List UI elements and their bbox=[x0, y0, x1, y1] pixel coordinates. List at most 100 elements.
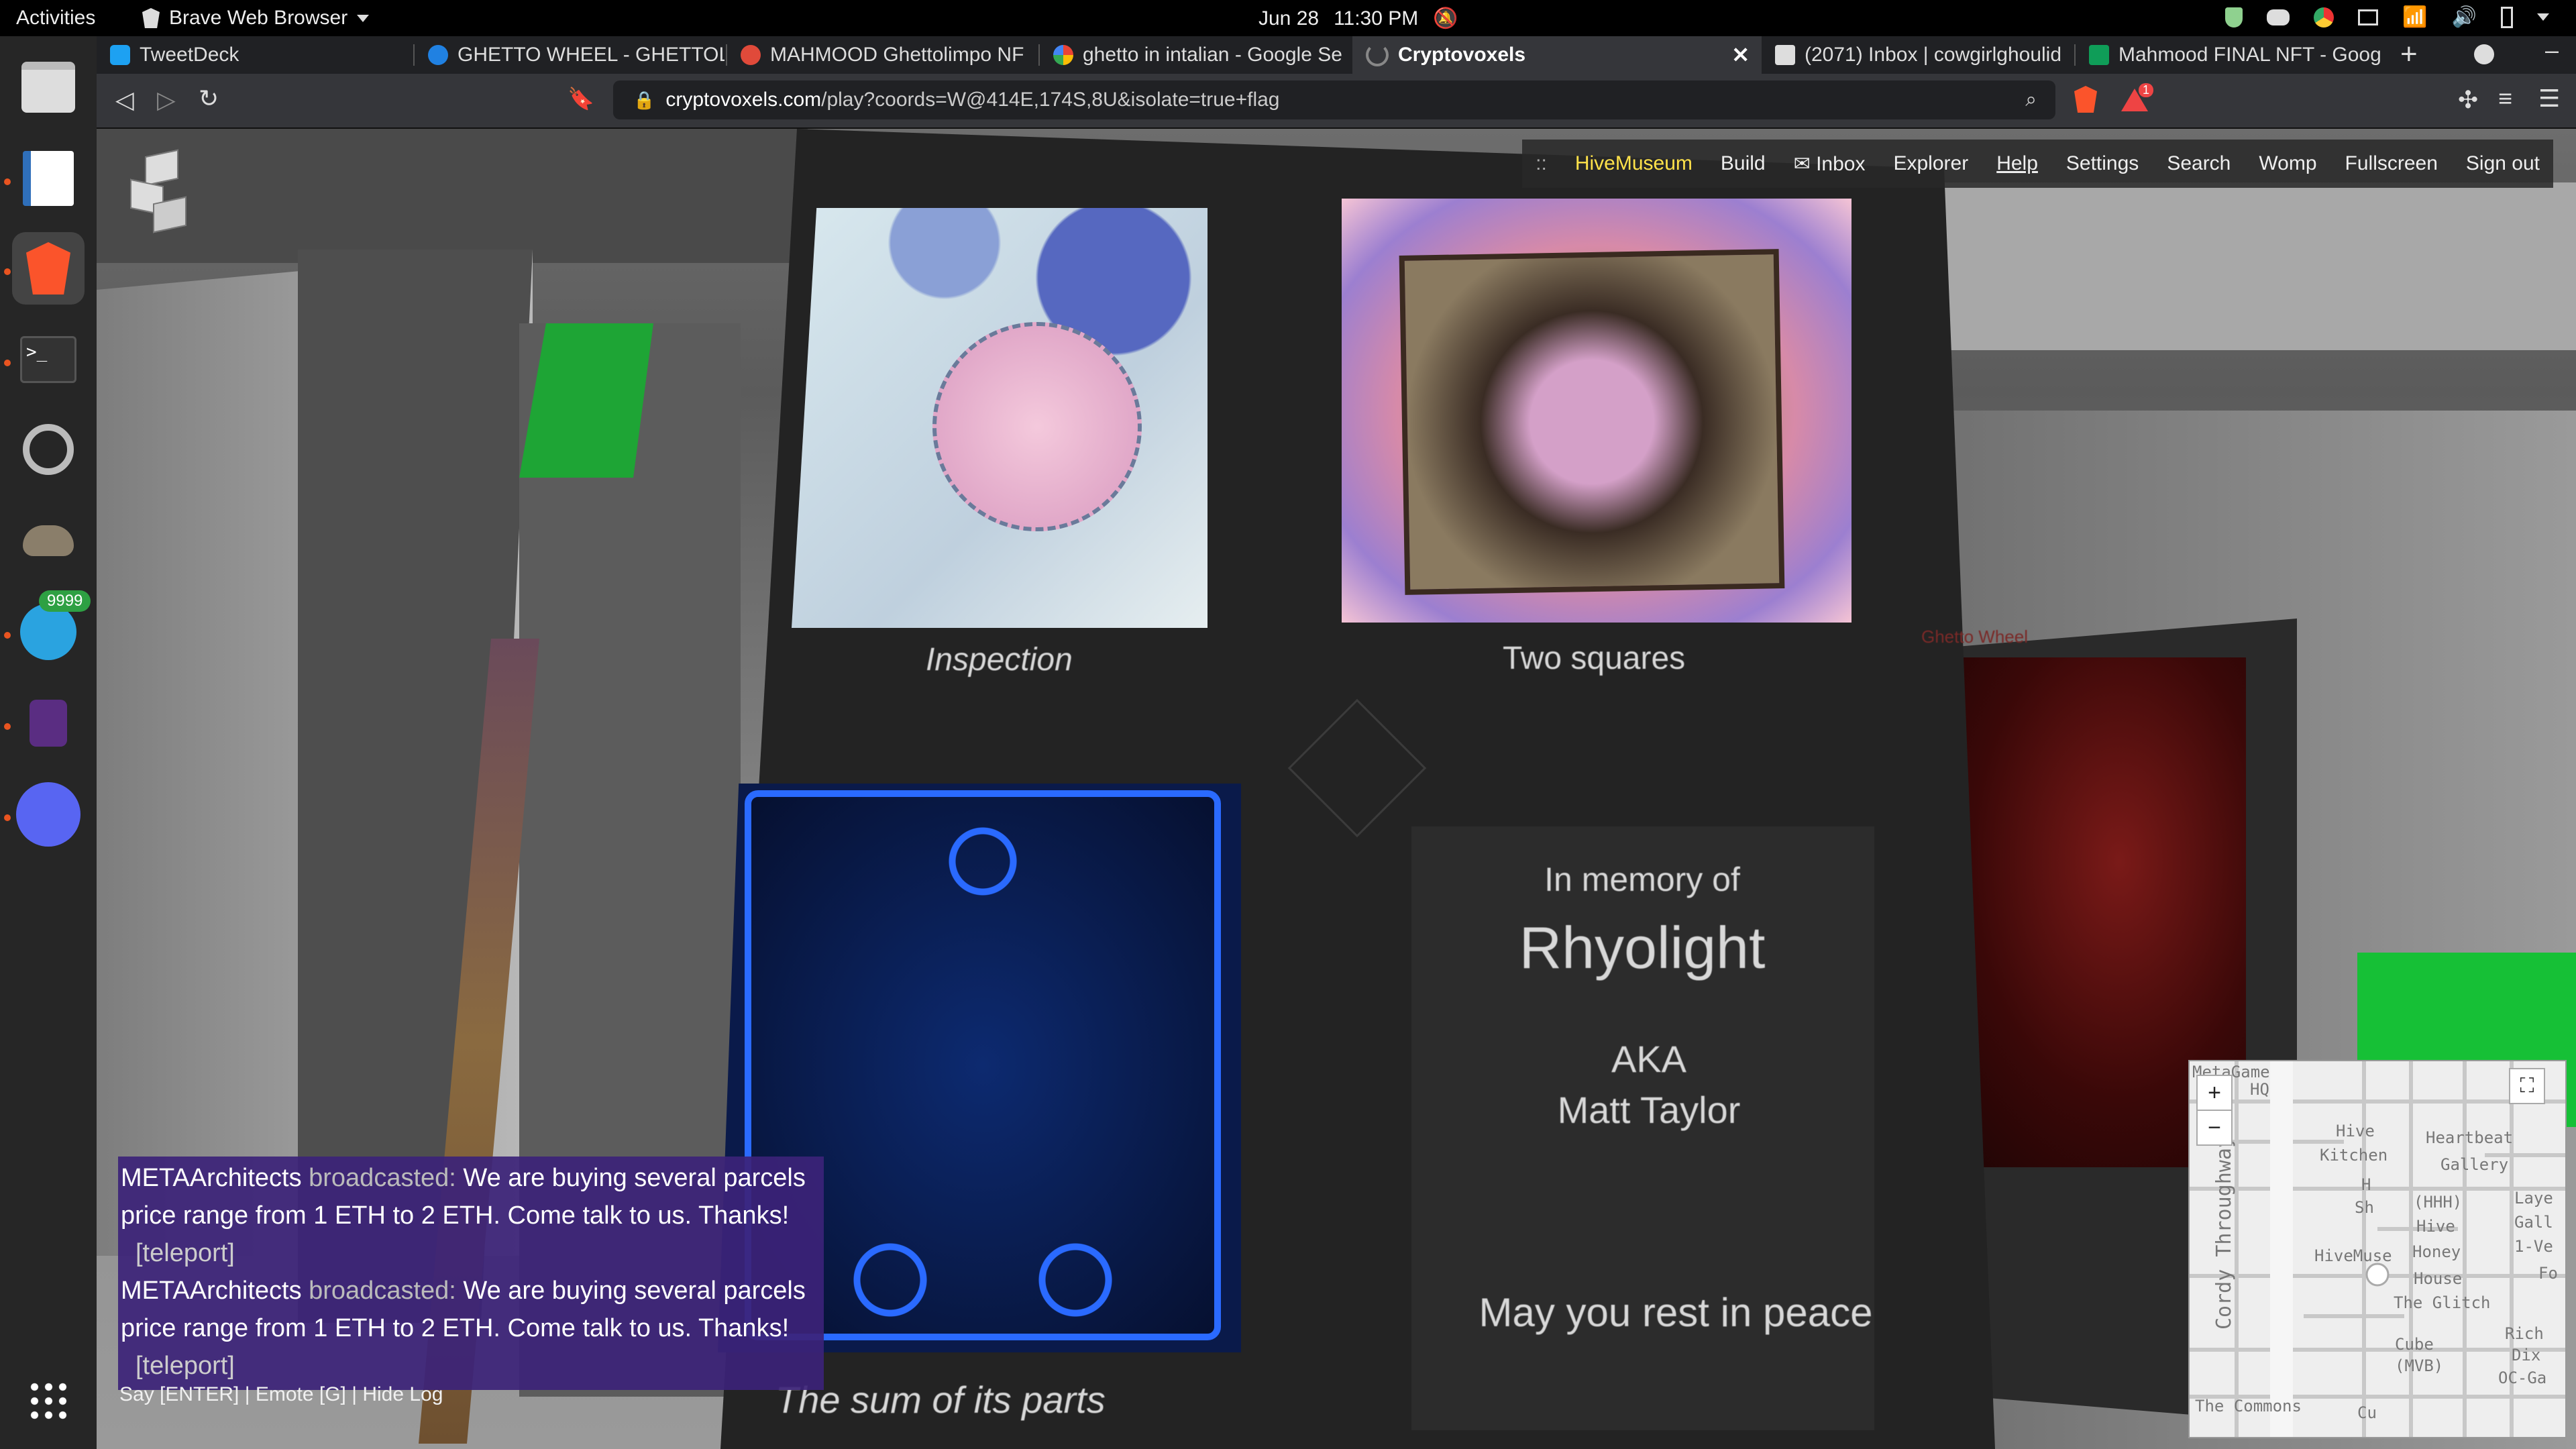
minimap[interactable]: MetaGame HQ Hive Kitchen Heartbeat Galle… bbox=[2188, 1060, 2567, 1438]
chevron-down-icon bbox=[357, 14, 370, 22]
ghetto-wheel-sign: Ghetto Wheel bbox=[1921, 627, 2028, 647]
menu-help[interactable]: Help bbox=[1996, 152, 2038, 175]
system-tray[interactable]: 📶 🔊 bbox=[2225, 5, 2549, 29]
rewards-alert-badge: 1 bbox=[2139, 83, 2154, 97]
map-zoom-in-button[interactable]: + bbox=[2196, 1075, 2233, 1111]
map-label: Fo bbox=[2538, 1264, 2558, 1283]
terminal-icon[interactable]: >_ bbox=[12, 323, 85, 396]
close-tab-icon[interactable]: ✕ bbox=[1731, 42, 1750, 68]
memorial-intro: In memory of bbox=[1544, 861, 1740, 898]
shield-tray-icon[interactable] bbox=[2225, 7, 2243, 28]
map-expand-icon[interactable]: ⛶ bbox=[2509, 1068, 2545, 1104]
wifi-icon[interactable]: 📶 bbox=[2402, 5, 2427, 29]
minimize-window-icon[interactable]: – bbox=[2545, 36, 2559, 64]
memorial-farewell: May you rest in peace bbox=[1479, 1290, 1873, 1335]
menu-search[interactable]: Search bbox=[2167, 152, 2231, 175]
window-tray-icon[interactable] bbox=[2358, 9, 2379, 25]
forward-button[interactable]: ▷ bbox=[157, 86, 176, 114]
reload-button[interactable]: ↻ bbox=[199, 85, 219, 113]
tab-ghetto-wheel[interactable]: GHETTO WHEEL - GHETTOLI bbox=[415, 36, 724, 74]
petri-dish-shape bbox=[932, 322, 1142, 531]
system-menu-chevron-icon[interactable] bbox=[2537, 13, 2549, 21]
map-label: Cordy Throughway bbox=[2212, 1136, 2236, 1330]
files-icon[interactable] bbox=[12, 51, 85, 123]
tab-label: ghetto in intalian - Google Se bbox=[1083, 44, 1342, 66]
menu-settings[interactable]: Settings bbox=[2066, 152, 2139, 175]
chat-sender[interactable]: METAArchitects bbox=[121, 1277, 302, 1305]
clock[interactable]: Jun 28 11:30 PM 🔕 bbox=[1258, 7, 1458, 30]
map-label: Kitchen bbox=[2320, 1146, 2388, 1165]
memorial-real-name: Matt Taylor bbox=[1557, 1089, 1741, 1131]
menu-build[interactable]: Build bbox=[1721, 152, 1766, 175]
brave-small-icon bbox=[142, 8, 160, 28]
running-indicator bbox=[4, 178, 11, 185]
new-tab-button[interactable]: + bbox=[2400, 38, 2418, 71]
apps-grid-icon[interactable] bbox=[12, 1364, 85, 1437]
extensions-icon[interactable]: ✣ bbox=[2458, 86, 2478, 114]
tab-tweetdeck[interactable]: TweetDeck bbox=[97, 36, 412, 74]
back-button[interactable]: ◁ bbox=[115, 86, 134, 114]
artwork-two-squares[interactable] bbox=[1342, 199, 1851, 623]
zoom-icon[interactable]: ⌕ bbox=[2025, 89, 2037, 111]
world-viewport[interactable]: Inspection Two squares The sum of its pa… bbox=[97, 129, 2576, 1449]
cryptovoxels-logo-icon[interactable] bbox=[130, 149, 188, 233]
system-top-bar: Activities Brave Web Browser Jun 28 11:3… bbox=[0, 0, 2576, 36]
memorial-aka: AKA bbox=[1611, 1038, 1687, 1080]
tab-cryptovoxels[interactable]: Cryptovoxels ✕ bbox=[1352, 36, 1762, 74]
tab-search-icon[interactable] bbox=[2474, 44, 2494, 64]
menu-fullscreen[interactable]: Fullscreen bbox=[2345, 152, 2438, 175]
telegram-icon[interactable]: 9999 bbox=[12, 590, 91, 668]
map-label: HiveMuse bbox=[2314, 1246, 2392, 1265]
volume-icon[interactable]: 🔊 bbox=[2452, 5, 2477, 29]
sheets-favicon bbox=[2089, 45, 2109, 65]
discord-icon[interactable] bbox=[12, 778, 85, 851]
chat-sender[interactable]: METAArchitects bbox=[121, 1164, 302, 1192]
menu-hivemuseum[interactable]: HiveMuseum bbox=[1575, 152, 1693, 175]
discord-tray-icon[interactable] bbox=[2267, 9, 2290, 25]
brave-shields-icon[interactable] bbox=[2074, 86, 2097, 113]
artwork-inspection[interactable] bbox=[792, 208, 1208, 628]
tab-inbox[interactable]: (2071) Inbox | cowgirlghoulid bbox=[1762, 36, 2073, 74]
game-icon[interactable] bbox=[12, 687, 85, 759]
gimp-icon[interactable] bbox=[12, 504, 85, 577]
chrome-tray-icon[interactable] bbox=[2314, 7, 2334, 28]
teleport-link[interactable]: [teleport] bbox=[121, 1234, 821, 1272]
chat-hint[interactable]: Say [ENTER] | Emote [G] | Hide Log bbox=[119, 1383, 443, 1406]
address-bar[interactable]: 🔒 cryptovoxels.com /play?coords=W@414E,1… bbox=[613, 80, 2055, 119]
tab-google-search[interactable]: ghetto in intalian - Google Se bbox=[1040, 36, 1351, 74]
writer-icon[interactable] bbox=[12, 142, 85, 215]
map-label: HQ bbox=[2250, 1080, 2269, 1099]
map-label: (MVB) bbox=[2395, 1356, 2444, 1375]
teleport-link[interactable]: [teleport] bbox=[121, 1347, 821, 1385]
menu-womp[interactable]: Womp bbox=[2259, 152, 2316, 175]
map-label: Gallery bbox=[2440, 1155, 2509, 1174]
bookmark-icon[interactable]: 🔖 bbox=[568, 86, 594, 111]
map-label: Hive bbox=[2336, 1122, 2375, 1140]
map-label: Gall bbox=[2514, 1213, 2553, 1232]
activities-button[interactable]: Activities bbox=[16, 7, 95, 30]
browser-toolbar: ◁ ▷ ↻ 🔖 🔒 cryptovoxels.com /play?coords=… bbox=[97, 74, 2576, 129]
battery-icon[interactable] bbox=[2501, 6, 2513, 28]
menu-sign-out[interactable]: Sign out bbox=[2466, 152, 2540, 175]
menu-drag-handle[interactable]: :: bbox=[1536, 152, 1547, 175]
running-indicator bbox=[4, 360, 11, 366]
lock-icon: 🔒 bbox=[633, 89, 655, 110]
app-menu-label: Brave Web Browser bbox=[169, 7, 348, 29]
tab-sheets[interactable]: Mahmood FINAL NFT - Goog bbox=[2076, 36, 2384, 74]
url-path: /play?coords=W@414E,174S,8U&isolate=true… bbox=[821, 89, 1280, 111]
media-queue-icon[interactable]: ≡ bbox=[2498, 85, 2512, 113]
map-label: Honey bbox=[2412, 1242, 2461, 1261]
tab-label: GHETTO WHEEL - GHETTOLI bbox=[458, 44, 724, 66]
map-zoom-out-button[interactable]: − bbox=[2196, 1110, 2233, 1146]
tweetdeck-favicon bbox=[110, 45, 130, 65]
browser-menu-icon[interactable]: ☰ bbox=[2538, 85, 2560, 113]
brave-icon[interactable] bbox=[12, 232, 85, 305]
map-label: (HHH) bbox=[2414, 1193, 2463, 1212]
settings-icon[interactable] bbox=[12, 413, 85, 486]
app-menu[interactable]: Brave Web Browser bbox=[142, 7, 370, 30]
loading-spinner-icon bbox=[1366, 44, 1389, 66]
tab-label: TweetDeck bbox=[140, 44, 239, 66]
menu-explorer[interactable]: Explorer bbox=[1893, 152, 1968, 175]
tab-mahmood-ghettolimpo[interactable]: MAHMOOD Ghettolimpo NF bbox=[727, 36, 1037, 74]
menu-inbox[interactable]: ✉ Inbox bbox=[1794, 152, 1866, 176]
